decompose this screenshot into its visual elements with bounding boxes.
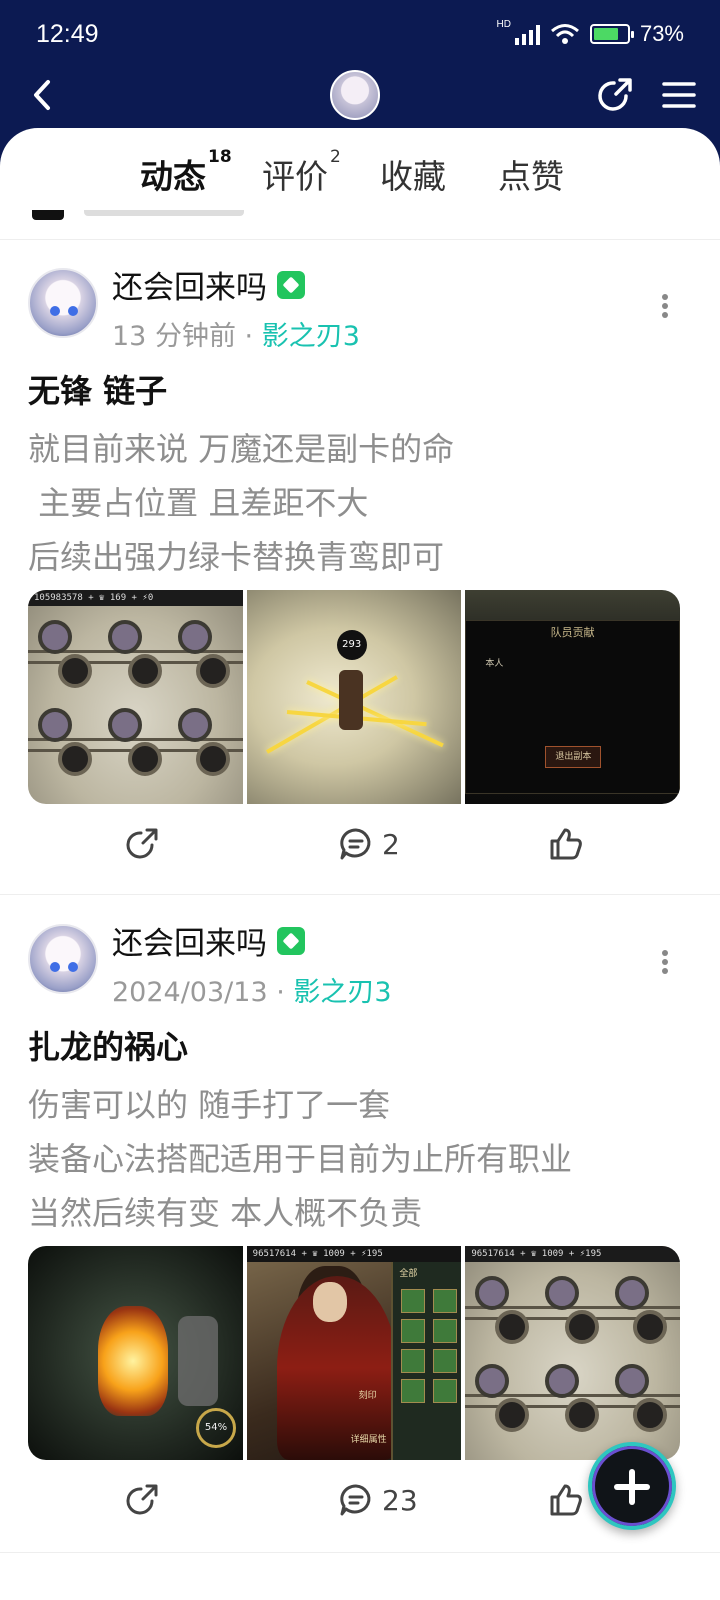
- damage-number: 293: [336, 630, 367, 660]
- more-options-icon[interactable]: [662, 950, 668, 974]
- share-button[interactable]: [124, 826, 168, 862]
- meta-separator: ·: [276, 977, 285, 1008]
- image-caption: 退出副本: [545, 746, 602, 768]
- author-avatar[interactable]: [28, 924, 98, 994]
- comment-button[interactable]: 2: [338, 826, 400, 862]
- post-image[interactable]: 293: [246, 590, 462, 804]
- comment-button[interactable]: 23: [338, 1482, 418, 1518]
- tab-reviews[interactable]: 评价 2: [262, 147, 341, 198]
- post-body-line: 伤害可以的 随手打了一套: [28, 1086, 391, 1124]
- thumbs-up-icon: [550, 828, 582, 860]
- post-image[interactable]: 队员贡献 本人 退出副本: [465, 590, 680, 804]
- post-image[interactable]: 96517614 + ♛ 1009 + ⚡195 全部 刻印 详细属性: [246, 1246, 462, 1460]
- post-image[interactable]: 54%: [28, 1246, 243, 1460]
- tab-bar: 动态 18 评价 2 收藏 点赞: [0, 128, 720, 210]
- post-actions: 2: [0, 826, 720, 876]
- post-time: 2024/03/13: [112, 977, 268, 1008]
- create-post-button[interactable]: [588, 1442, 676, 1530]
- share-icon[interactable]: [596, 76, 634, 114]
- avatar[interactable]: [330, 70, 380, 120]
- post-body-line: 后续出强力绿卡替换青鸾即可: [28, 538, 445, 576]
- battery-percent: 73%: [639, 21, 684, 46]
- post-image[interactable]: 105983578 + ♛ 169 + ⚡0: [28, 590, 243, 804]
- tab-activity[interactable]: 动态 18: [140, 147, 232, 198]
- image-caption: 刻印: [358, 1391, 377, 1401]
- image-caption: 54%: [196, 1408, 236, 1448]
- verified-badge-icon: [277, 271, 305, 299]
- like-button[interactable]: [548, 1482, 592, 1518]
- tab-count: 2: [330, 147, 341, 167]
- tab-label: 收藏: [380, 157, 446, 196]
- post-title: 扎龙的祸心: [28, 1028, 189, 1066]
- status-bar: 12:49 HD 73%: [36, 18, 684, 50]
- image-caption: 全部: [399, 1269, 418, 1279]
- image-caption: 96517614 + ♛ 1009 + ⚡195: [465, 1246, 680, 1262]
- post-divider: [0, 1552, 720, 1553]
- status-time: 12:49: [36, 19, 99, 48]
- tab-label: 评价: [262, 157, 328, 196]
- share-icon: [126, 828, 158, 859]
- post-image-gallery: 105983578 + ♛ 169 + ⚡0 293 队员贡献 本人 退出副本: [28, 590, 680, 804]
- image-caption: 105983578 + ♛ 169 + ⚡0: [28, 590, 243, 606]
- post-time: 13 分钟前: [112, 321, 236, 352]
- post-card[interactable]: 还会回来吗 13 分钟前 · 影之刃3 无锋 链子 就目前来说 万魔还是副卡的命…: [0, 238, 720, 894]
- image-caption: 详细属性: [350, 1435, 387, 1445]
- image-caption: 队员贡献: [550, 626, 595, 639]
- author-name[interactable]: 还会回来吗: [112, 262, 267, 307]
- image-caption: 96517614 + ♛ 1009 + ⚡195: [246, 1246, 462, 1262]
- tab-label: 点赞: [498, 157, 564, 196]
- tab-favorites[interactable]: 收藏: [380, 150, 446, 198]
- comment-count: 23: [382, 1483, 418, 1517]
- post-meta: 13 分钟前 · 影之刃3: [112, 314, 360, 353]
- meta-separator: ·: [244, 321, 254, 352]
- comment-count: 2: [382, 827, 400, 861]
- tab-count: 18: [208, 147, 232, 167]
- battery-icon: [589, 24, 634, 44]
- image-caption: 本人: [485, 659, 504, 669]
- post-body-line: 主要占位置 且差距不大: [28, 484, 369, 522]
- post-title: 无锋 链子: [28, 372, 168, 410]
- nav-bar: [0, 64, 720, 126]
- signal-icon: [514, 23, 540, 45]
- post-image-gallery: 54% 96517614 + ♛ 1009 + ⚡195 全部 刻印 详细属性 …: [28, 1246, 680, 1460]
- more-options-icon[interactable]: [662, 294, 668, 318]
- status-icons: HD 73%: [496, 18, 685, 47]
- thumbs-up-icon: [550, 1484, 582, 1516]
- tab-likes[interactable]: 点赞: [498, 150, 564, 198]
- comment-icon: [340, 1484, 371, 1516]
- wifi-icon: [550, 24, 579, 44]
- author-avatar[interactable]: [28, 268, 98, 338]
- verified-badge-icon: [277, 927, 305, 955]
- network-type: HD: [496, 18, 511, 30]
- back-icon[interactable]: [26, 78, 60, 112]
- post-body-line: 就目前来说 万魔还是副卡的命: [28, 430, 455, 468]
- author-name[interactable]: 还会回来吗: [112, 918, 267, 963]
- post-image[interactable]: 96517614 + ♛ 1009 + ⚡195: [465, 1246, 680, 1460]
- previous-post-remnant: [0, 210, 720, 240]
- like-button[interactable]: [548, 826, 592, 862]
- game-tag[interactable]: 影之刃3: [262, 321, 360, 352]
- share-button[interactable]: [124, 1482, 168, 1518]
- tab-label: 动态: [140, 157, 206, 196]
- share-icon: [126, 1484, 158, 1515]
- menu-icon[interactable]: [662, 80, 696, 110]
- post-body-line: 装备心法搭配适用于目前为止所有职业: [28, 1140, 573, 1178]
- game-tag[interactable]: 影之刃3: [293, 977, 391, 1008]
- post-body-line: 当然后续有变 本人概不负责: [28, 1194, 423, 1232]
- comment-icon: [340, 828, 371, 860]
- post-meta: 2024/03/13 · 影之刃3: [112, 970, 392, 1009]
